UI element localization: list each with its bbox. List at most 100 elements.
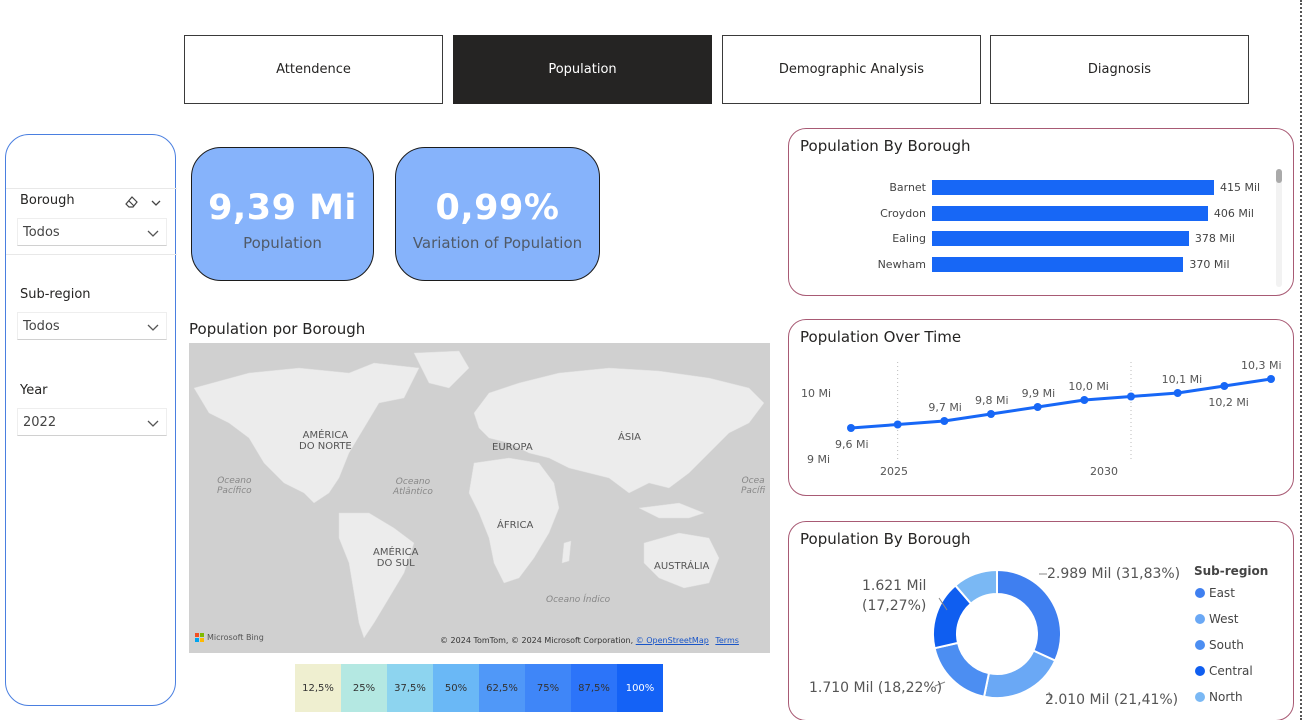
legend-cell-label: 62,5% <box>486 682 518 694</box>
scrollbar-thumb[interactable] <box>1276 169 1282 183</box>
legend-item-west[interactable]: West <box>1195 612 1239 626</box>
bar[interactable] <box>932 205 1208 221</box>
legend-item-label: South <box>1209 638 1244 652</box>
tab-label: Attendence <box>276 62 351 77</box>
legend-item-central[interactable]: Central <box>1195 664 1253 678</box>
chevron-down-icon[interactable] <box>150 194 162 206</box>
legend-item-north[interactable]: North <box>1195 690 1243 704</box>
legend-title: Sub-region <box>1194 564 1269 578</box>
map-attribution: © 2024 TomTom, © 2024 Microsoft Corporat… <box>440 636 739 645</box>
subregion-select[interactable]: Todos <box>17 312 167 340</box>
x-tick-label: 2030 <box>1090 465 1118 478</box>
legend-dot-icon <box>1195 588 1205 598</box>
legend-item-label: East <box>1209 586 1235 600</box>
population-over-time-panel: Population Over Time 9,6 Mi 9,7 Mi 9,8 Mi 9… <box>788 319 1294 496</box>
map-title: Population por Borough <box>189 320 366 338</box>
map-label-europe: EUROPA <box>492 442 533 453</box>
data-label: 9,8 Mi <box>975 394 1009 407</box>
data-point[interactable] <box>987 410 995 418</box>
data-label: 10,2 Mi <box>1208 396 1249 409</box>
data-label: 9,6 Mi <box>835 438 869 451</box>
population-by-borough-donut-panel: Population By Borough 2.989 Mil (31,83%)… <box>788 521 1294 720</box>
population-by-borough-bar-panel: Population By Borough Barnet 415 Mil Croyd… <box>788 128 1294 296</box>
map-label-south-america: AMÉRICA DO SUL <box>373 547 419 569</box>
borough-select-value: Todos <box>23 224 60 240</box>
data-point[interactable] <box>1080 396 1089 404</box>
legend-cell-label: 50% <box>444 682 468 694</box>
divider <box>6 254 177 255</box>
map-label-pacific-right: Ocea Pacífi <box>741 476 766 496</box>
data-point[interactable] <box>1220 382 1229 390</box>
bar-value-label: 406 Mil <box>1213 206 1254 220</box>
divider <box>6 188 177 189</box>
map-label-atlantic: Oceano Atlântico <box>393 477 433 497</box>
population-value: 9,39 Mi <box>208 188 357 228</box>
map-label-indian: Oceano Índico <box>546 595 611 605</box>
bar[interactable] <box>932 231 1189 246</box>
year-select[interactable]: 2022 <box>17 408 167 436</box>
legend-item-label: Central <box>1209 664 1253 678</box>
legend-cell-label: 25% <box>352 682 376 694</box>
variation-label: Variation of Population <box>412 234 583 252</box>
map-color-legend: 12,5% 25% 37,5% 50% 62,5% 75% 87,5% 100% <box>295 664 664 712</box>
attribution-text: © 2024 TomTom, © 2024 Microsoft Corporat… <box>440 636 634 645</box>
data-point[interactable] <box>893 420 902 429</box>
tab-population[interactable]: Population <box>453 35 712 104</box>
legend-dot-icon <box>1195 640 1205 650</box>
legend-cell-label: 37,5% <box>394 682 426 694</box>
legend-cell-label: 100% <box>625 682 655 694</box>
y-tick-label: 9 Mi <box>807 453 831 466</box>
data-point[interactable] <box>1127 392 1135 401</box>
legend-cell: 75% <box>525 664 571 712</box>
tab-demographic-analysis[interactable]: Demographic Analysis <box>722 35 981 104</box>
year-select-value: 2022 <box>23 414 57 430</box>
bar-value-label: 378 Mil <box>1194 232 1235 245</box>
bar[interactable] <box>932 256 1184 272</box>
data-label: 10,0 Mi <box>1068 380 1109 393</box>
legend-cell-label: 75% <box>536 682 560 694</box>
tab-attendence[interactable]: Attendence <box>184 35 443 104</box>
terms-link[interactable]: Terms <box>715 636 739 645</box>
chevron-down-icon <box>147 324 159 331</box>
year-filter-label: Year <box>20 383 48 398</box>
bar-value-label: 370 Mil <box>1189 257 1230 271</box>
borough-filter-label: Borough <box>20 193 75 208</box>
chevron-down-icon <box>147 230 159 237</box>
map-label-africa: ÁFRICA <box>497 520 534 531</box>
y-tick-label: 10 Mi <box>801 387 832 400</box>
legend-cell-label: 12,5% <box>302 682 334 694</box>
filter-panel: Borough Todos Sub-region Todos Year 2022 <box>5 134 177 706</box>
legend-item-south[interactable]: South <box>1195 638 1244 652</box>
data-point[interactable] <box>1267 375 1275 383</box>
data-label: 9,7 Mi <box>928 401 962 414</box>
legend-dot-icon <box>1195 614 1205 624</box>
tab-diagnosis[interactable]: Diagnosis <box>990 35 1249 104</box>
bar[interactable] <box>932 180 1214 195</box>
data-point[interactable] <box>1033 403 1042 411</box>
bing-logo: Microsoft Bing <box>195 633 264 642</box>
data-point[interactable] <box>1173 389 1182 397</box>
legend-item-label: West <box>1209 612 1239 626</box>
legend-cell-label: 87,5% <box>578 682 610 694</box>
map-label-australia: AUSTRÁLIA <box>654 561 710 572</box>
eraser-icon[interactable] <box>124 193 140 209</box>
subregion-filter-label: Sub-region <box>20 287 91 302</box>
tab-label: Demographic Analysis <box>778 62 925 77</box>
data-label: 10,3 Mi <box>1241 359 1282 372</box>
borough-select[interactable]: Todos <box>17 218 167 246</box>
bing-brand-text: Microsoft Bing <box>207 633 264 642</box>
legend-item-east[interactable]: East <box>1195 586 1235 600</box>
openstreetmap-link[interactable]: © OpenStreetMap <box>636 636 709 645</box>
donut-slice-south[interactable] <box>933 641 991 698</box>
slice-label-south: 1.710 Mil (18,22%) <box>809 680 943 696</box>
world-map[interactable]: AMÉRICA DO NORTE EUROPA ÁSIA ÁFRICA AMÉR… <box>189 343 770 653</box>
data-point[interactable] <box>940 417 949 425</box>
scrollbar-track[interactable] <box>1276 169 1282 287</box>
data-point[interactable] <box>847 424 855 432</box>
legend-cell: 87,5% <box>571 664 617 712</box>
world-map-shapes <box>193 350 765 639</box>
legend-cell: 62,5% <box>479 664 525 712</box>
population-card: 9,39 Mi Population <box>191 147 374 281</box>
legend-cell: 100% <box>617 664 663 712</box>
tab-label: Population <box>548 62 617 77</box>
